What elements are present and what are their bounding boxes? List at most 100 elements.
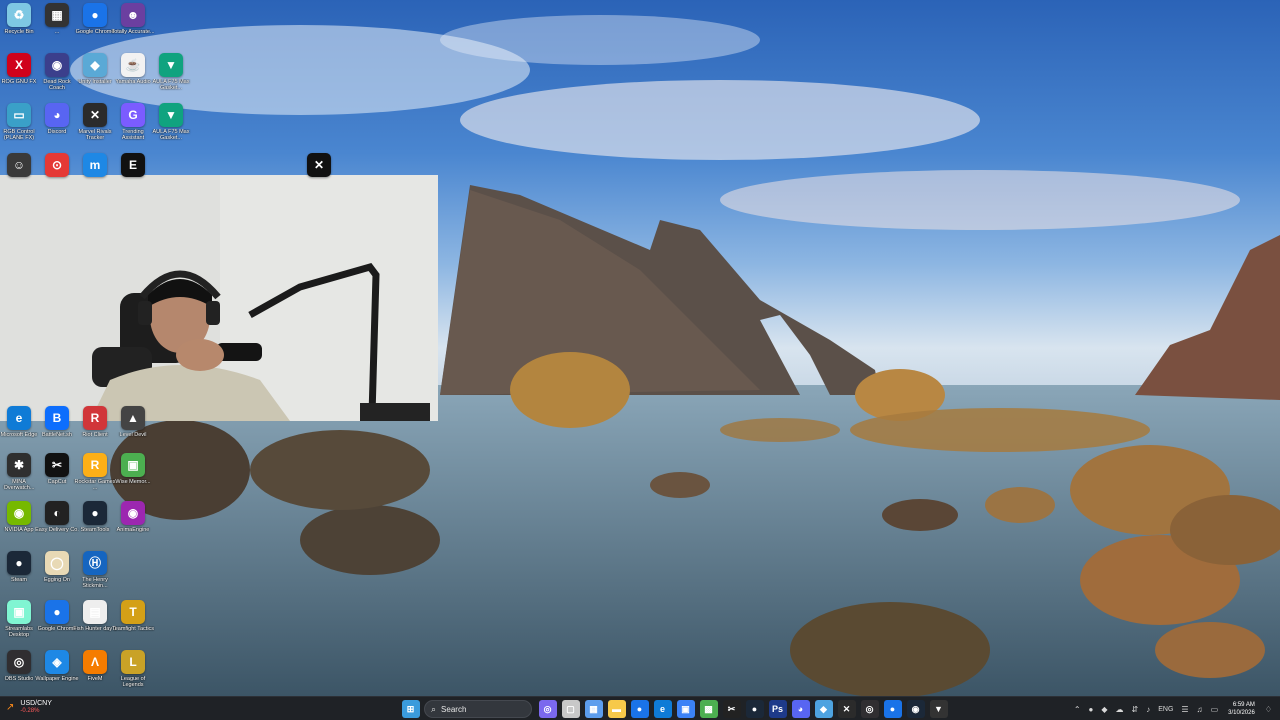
game-icon: ☻ <box>121 3 145 27</box>
tracker-icon: ✕ <box>83 103 107 127</box>
mic-icon[interactable]: ♪ <box>1146 705 1150 714</box>
webcam-overlay <box>0 175 438 421</box>
app-icon: ☺ <box>7 153 31 177</box>
tft-icon: T <box>121 600 145 624</box>
assistant-icon: G <box>121 103 145 127</box>
desktop-icon[interactable]: ☻ Totally Accurate... <box>111 3 155 35</box>
desktop-icon[interactable]: X ROG GNU FX <box>0 53 38 85</box>
desktop-icon[interactable]: ✂ CapCut <box>38 453 76 485</box>
desktop-icon[interactable]: ● Steam <box>0 551 38 583</box>
rockstar-icon: R <box>83 453 107 477</box>
edge-icon[interactable]: e <box>653 700 672 718</box>
desktop-icon[interactable]: T Teamfight Tactics <box>111 600 155 632</box>
desktop-icon[interactable]: Λ FiveM <box>76 650 114 682</box>
tray-app-icon[interactable]: ● <box>1089 705 1094 714</box>
capcut-icon: ✂ <box>45 453 69 477</box>
discord-icon[interactable]: ◕ <box>791 700 810 718</box>
desktop-icon[interactable]: ◆ Unity Installer <box>76 53 114 85</box>
desktop-icon[interactable]: ▦... <box>38 3 76 35</box>
desktop-icon[interactable]: ⊙ <box>38 153 76 177</box>
chrome-active-icon[interactable]: ● <box>883 700 902 718</box>
cloud-icon[interactable]: ☁ <box>1116 705 1124 714</box>
desktop-icon[interactable]: G Trending Assistant <box>114 103 152 141</box>
steamtools-icon[interactable]: ◉ <box>906 700 925 718</box>
store-icon[interactable]: ▣ <box>676 700 695 718</box>
start-button[interactable]: ⊞ <box>401 700 420 718</box>
desktop-icon[interactable]: ✱ MINA Overwatch... <box>0 453 38 491</box>
notification-bell-icon[interactable]: ♢ <box>1265 705 1272 714</box>
chrome-icon[interactable]: ● <box>630 700 649 718</box>
lol-client-icon[interactable]: ▼ <box>929 700 948 718</box>
desktop-icon[interactable]: ◈ Wallpaper Engine <box>35 650 79 682</box>
desktop-icon[interactable]: B BattleNet.sh <box>38 406 76 438</box>
task-view-icon[interactable]: ▢ <box>561 700 580 718</box>
desktop-icon[interactable]: ● Google Chrome <box>38 600 76 632</box>
battlenet-icon: B <box>45 406 69 430</box>
usb-icon[interactable]: ⇵ <box>1132 705 1139 714</box>
file-explorer-icon[interactable]: ▬ <box>607 700 626 718</box>
widgets-icon[interactable]: ▦ <box>584 700 603 718</box>
powershell-icon[interactable]: Ps <box>768 700 787 718</box>
capcut-icon[interactable]: ✂ <box>722 700 741 718</box>
desktop-icon[interactable]: R Riot Client <box>76 406 114 438</box>
desktop-icon[interactable]: ◯ Egging On <box>38 551 76 583</box>
desktop-icon[interactable]: Ⓗ The Henry Stickmin... <box>76 551 114 589</box>
tracker-icon[interactable]: ✕ <box>837 700 856 718</box>
chevron-up-icon[interactable]: ⌃ <box>1074 705 1081 714</box>
obs-icon[interactable]: ◎ <box>860 700 879 718</box>
desktop-icon[interactable]: ☺ <box>0 153 38 177</box>
desktop-icon[interactable]: ▼ AULA F75 Max Gasket... <box>152 103 190 141</box>
copilot-icon[interactable]: ◎ <box>538 700 557 718</box>
desktop-icon[interactable]: ▣ Streamlabs Desktop <box>0 600 38 638</box>
vpn-icon[interactable]: ◆ <box>814 700 833 718</box>
obs-icon: ◎ <box>7 650 31 674</box>
desktop-icon[interactable]: ◎ OBS Studio <box>0 650 38 682</box>
desktop-icon[interactable]: ▲ Level Devil <box>114 406 152 438</box>
wifi-icon[interactable]: ☰ <box>1181 705 1188 714</box>
desktop-icon[interactable]: L League of Legends <box>114 650 152 688</box>
desktop-icon[interactable]: ✕ Marvel Rivals Tracker <box>76 103 114 141</box>
app-icon: ✕ <box>307 153 331 177</box>
unity-icon: ◆ <box>83 53 107 77</box>
battery-icon[interactable]: ▭ <box>1211 705 1219 714</box>
desktop-icon[interactable]: ◕ Discord <box>38 103 76 135</box>
desktop-icon[interactable]: ● Google Chrome <box>76 3 114 35</box>
search-label: Search <box>441 704 467 714</box>
desktop-icon[interactable]: ▼ AULA F75 Max Gasket... <box>152 53 190 91</box>
keyboard-icon: ▼ <box>159 103 183 127</box>
anima-icon: ◉ <box>121 501 145 525</box>
memory-icon: ▣ <box>121 453 145 477</box>
language-indicator[interactable]: ENG <box>1158 706 1173 713</box>
stock-widget[interactable]: ↗ USD/CNY -0.28% <box>6 700 52 715</box>
desktop-icon[interactable]: ◐ Easy Delivery Co. <box>35 501 79 533</box>
desktop-icon[interactable]: R Rockstar Games ... <box>75 453 115 491</box>
wallpaper-engine-icon: ◈ <box>45 650 69 674</box>
recycle-bin-icon: ♻ <box>7 3 31 27</box>
desktop-icon[interactable]: ☕ Yamaha Audio <box>114 53 152 85</box>
java-icon: ☕ <box>121 53 145 77</box>
desktop-icon[interactable]: ▭ RGB Control (PLANE FX) <box>0 103 38 141</box>
taskbar-center: ⊞ ⌕ Search ◎ ▢ ▦ ▬ ● e ▣ ▩ ✂ ● Ps ◕ ◆ ✕ ◎ ● ◉ ▼ <box>399 699 950 719</box>
desktop-icon[interactable]: ◉ NVIDIA App <box>0 501 38 533</box>
desktop-icon[interactable]: ● SteamTools <box>76 501 114 533</box>
desktop-icon[interactable]: ▤ Fish Hunter day 1 <box>73 600 117 632</box>
search-button[interactable]: ⌕ Search <box>424 700 532 718</box>
desktop-icon[interactable]: E <box>114 153 152 177</box>
steam-icon: ● <box>7 551 31 575</box>
steamtools-icon: ● <box>83 501 107 525</box>
volume-icon[interactable]: ♫ <box>1197 705 1203 714</box>
desktop-icon[interactable]: ◉ AnimaEngine <box>114 501 152 533</box>
clock[interactable]: 6:59 AM 3/10/2026 <box>1228 701 1255 717</box>
desktop-icon[interactable]: ♻ Recycle Bin <box>0 3 38 35</box>
desktop-icon[interactable]: ◉ Dead Rock Coach <box>38 53 76 91</box>
minecraft-icon[interactable]: ▩ <box>699 700 718 718</box>
tray-app-icon[interactable]: ◆ <box>1101 705 1107 714</box>
desktop-icon-label: Level Devil <box>119 432 147 438</box>
desktop-icon[interactable]: e Microsoft Edge <box>0 406 38 438</box>
steam-icon[interactable]: ● <box>745 700 764 718</box>
desktop-icon[interactable]: m <box>76 153 114 177</box>
desktop-icon[interactable]: ✕ <box>300 153 338 177</box>
desktop-icon-label: Teamfight Tactics <box>111 626 155 632</box>
keyboard-icon: ▼ <box>159 53 183 77</box>
desktop-icon[interactable]: ▣ Wise Memor... <box>114 453 152 485</box>
